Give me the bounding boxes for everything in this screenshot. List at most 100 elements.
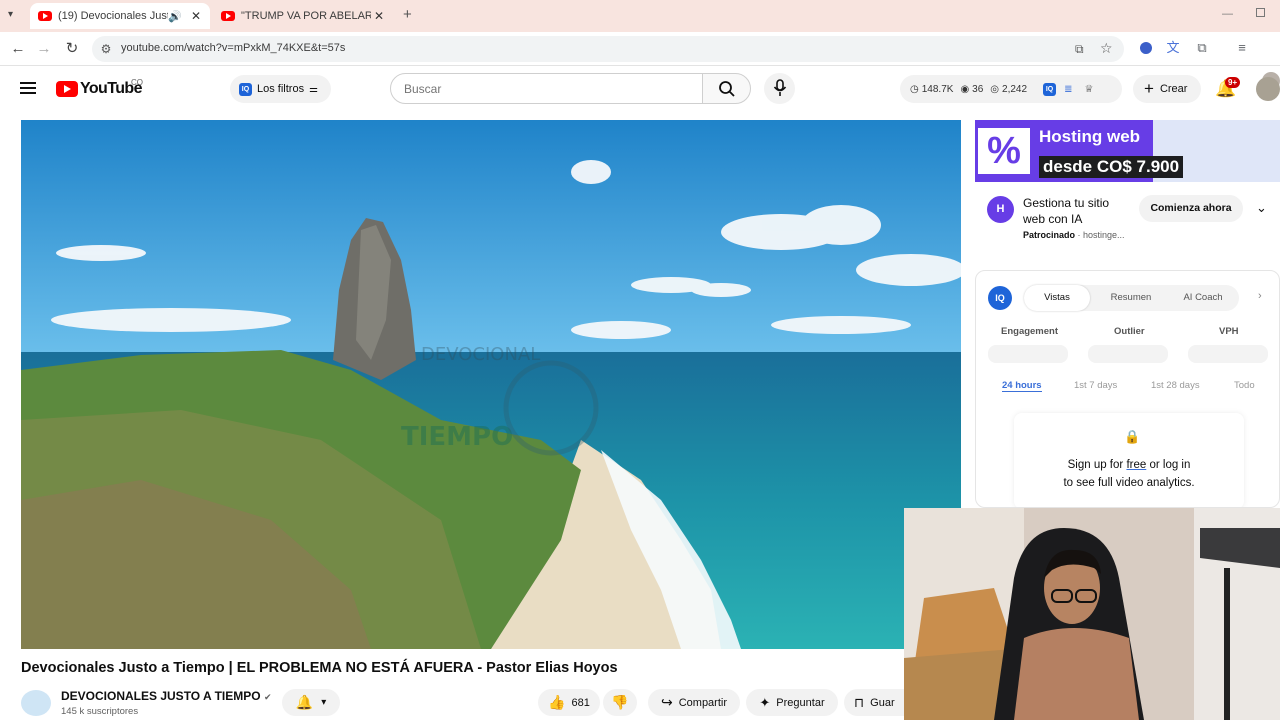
address-bar[interactable]: ⚙ youtube.com/watch?v=mPxkM_74KXE&t=57s … [92, 36, 1124, 62]
translate-extension-icon[interactable]: 文 [1164, 39, 1182, 57]
tab-active[interactable]: (19) Devocionales Justo a Ti 🔊 ✕ [30, 3, 210, 29]
trophy-icon[interactable]: ♕ [1084, 84, 1093, 95]
video-frame: DEVOCIONAL TIEMPO [21, 120, 961, 649]
analytics-panel: IQ Vistas Resumen AI Coach › Engagement … [975, 270, 1280, 508]
filters-button[interactable]: IQ Los filtros ⚌ [230, 75, 331, 103]
share-label: Compartir [678, 696, 728, 709]
chevron-down-icon[interactable]: ⌄ [1256, 200, 1267, 216]
clock-icon: ◷ [910, 83, 919, 95]
stat-views: 148.7K [921, 83, 954, 95]
tab-ai-coach[interactable]: AI Coach [1170, 285, 1236, 311]
reading-list-icon[interactable]: ≡ [1233, 39, 1251, 57]
tab-title: "TRUMP VA POR ABELARDO" E [241, 10, 371, 22]
webcam-frame [904, 508, 1280, 720]
speaker-icon[interactable]: 🔊 [168, 10, 182, 23]
tab-vistas[interactable]: Vistas [1024, 285, 1090, 311]
thumbs-up-icon: 👍 [548, 694, 566, 710]
tab-search-chevron-icon[interactable]: ▾ [8, 9, 13, 20]
tab-title: (19) Devocionales Justo a Ti [58, 10, 168, 22]
subscribe-bell-button[interactable]: 🔔 ▾ [282, 689, 340, 716]
bookmark-icon: ⊓ [854, 694, 865, 710]
bookmark-star-icon[interactable]: ☆ [1100, 40, 1113, 57]
site-info-icon[interactable]: ⚙ [98, 41, 114, 57]
install-app-icon[interactable]: ⧉ [1075, 42, 1084, 57]
iq-icon: IQ [239, 82, 252, 96]
save-button[interactable]: ⊓ Guar [844, 689, 904, 716]
ad-cta-button[interactable]: Comienza ahora [1139, 195, 1243, 222]
tab-resumen[interactable]: Resumen [1098, 285, 1164, 311]
filters-label: Los filtros [257, 83, 305, 95]
range-1st-28-days[interactable]: 1st 28 days [1151, 380, 1200, 391]
search-input[interactable]: Buscar [390, 73, 703, 104]
create-label: Crear [1159, 83, 1188, 95]
close-tab-icon[interactable]: ✕ [188, 9, 204, 23]
watermark-top: DEVOCIONAL [421, 344, 540, 365]
voice-search-button[interactable] [764, 73, 795, 104]
like-button[interactable]: 👍 681 [538, 689, 600, 716]
eye-icon: ◉ [960, 83, 970, 95]
country-code: CO [131, 78, 143, 87]
new-tab-button[interactable]: + [403, 6, 412, 23]
analytics-tabs: Vistas Resumen AI Coach [1024, 285, 1239, 311]
sliders-icon: ⚌ [309, 83, 319, 95]
extension-stats-bar[interactable]: ◷ 148.7K ◉ 36 ◎ 2,242 IQ ≣ ♕ [900, 75, 1122, 103]
chevron-right-icon[interactable]: › [1258, 290, 1262, 302]
channel-name[interactable]: DEVOCIONALES JUSTO A TIEMPO ✔ [61, 689, 271, 703]
metric-value-blurred [988, 345, 1068, 363]
account-avatar[interactable] [1256, 77, 1280, 101]
metric-value-blurred [1088, 345, 1168, 363]
dislike-button[interactable]: 👎 [603, 689, 637, 716]
extensions-puzzle-icon[interactable]: ⧉ [1193, 39, 1211, 57]
lock-message-line1: Sign up for free or log in [1014, 459, 1244, 471]
metric-value-blurred [1188, 345, 1268, 363]
record-icon: ◎ [990, 83, 1000, 95]
list-icon[interactable]: ≣ [1064, 84, 1072, 95]
youtube-header: YouTube CO IQ Los filtros ⚌ Buscar ◷ 148… [0, 66, 1280, 112]
video-player[interactable]: DEVOCIONAL TIEMPO [21, 120, 961, 649]
search-icon [719, 81, 735, 97]
tab-inactive[interactable]: "TRUMP VA POR ABELARDO" E ✕ [213, 3, 393, 29]
iq-icon[interactable]: IQ [1043, 82, 1057, 96]
youtube-favicon-icon [221, 11, 235, 21]
forward-arrow-icon[interactable]: → [34, 39, 54, 59]
thumbs-down-icon: 👎 [611, 694, 629, 710]
search-placeholder: Buscar [404, 82, 442, 96]
channel-avatar[interactable] [21, 690, 51, 716]
watermark-bottom: TIEMPO [401, 422, 513, 452]
stat-rec: 2,242 [1002, 83, 1028, 95]
ad-banner[interactable]: % Hosting web desde CO$ 7.900 [975, 120, 1280, 182]
free-link[interactable]: free [1126, 459, 1146, 471]
ad-headline-2: desde CO$ 7.900 [1039, 156, 1184, 178]
range-24-hours[interactable]: 24 hours [1002, 380, 1042, 392]
advertiser-logo[interactable]: H [987, 196, 1014, 223]
youtube-logo-icon[interactable] [56, 81, 78, 97]
close-tab-icon[interactable]: ✕ [371, 9, 387, 23]
ask-label: Preguntar [776, 696, 825, 709]
sparkle-icon: ✦ [759, 694, 771, 710]
range-todo[interactable]: Todo [1234, 380, 1255, 391]
bell-icon: 🔔 [295, 694, 314, 710]
minimize-window-icon[interactable]: — [1222, 8, 1233, 20]
youtube-favicon-icon [38, 11, 52, 21]
locked-analytics-card: 🔒 Sign up for free or log in to see full… [1014, 413, 1244, 507]
ask-button[interactable]: ✦ Preguntar [746, 689, 838, 716]
lock-icon: 🔒 [1124, 429, 1141, 444]
ad-headline-1: Hosting web [1039, 127, 1141, 146]
microphone-icon [773, 79, 787, 96]
webcam-overlay [904, 508, 1280, 720]
metric-engagement: Engagement [1001, 326, 1059, 337]
percent-icon: % [978, 128, 1030, 174]
create-button[interactable]: + Crear [1133, 75, 1201, 103]
reload-icon[interactable]: ↻ [62, 39, 82, 59]
range-1st-7-days[interactable]: 1st 7 days [1074, 380, 1117, 391]
share-arrow-icon: ↪ [660, 694, 673, 710]
back-arrow-icon[interactable]: ← [8, 39, 28, 59]
advertiser-name: hostinge... [1083, 230, 1125, 240]
browser-tab-bar: ▾ (19) Devocionales Justo a Ti 🔊 ✕ "TRUM… [0, 0, 1280, 32]
extension-iq-icon[interactable] [1137, 39, 1155, 57]
maximize-window-icon[interactable] [1256, 8, 1265, 17]
hamburger-menu-icon[interactable] [20, 82, 36, 94]
url-text: youtube.com/watch?v=mPxkM_74KXE&t=57s [121, 42, 346, 54]
search-button[interactable] [702, 73, 751, 104]
share-button[interactable]: ↪ Compartir [648, 689, 740, 716]
